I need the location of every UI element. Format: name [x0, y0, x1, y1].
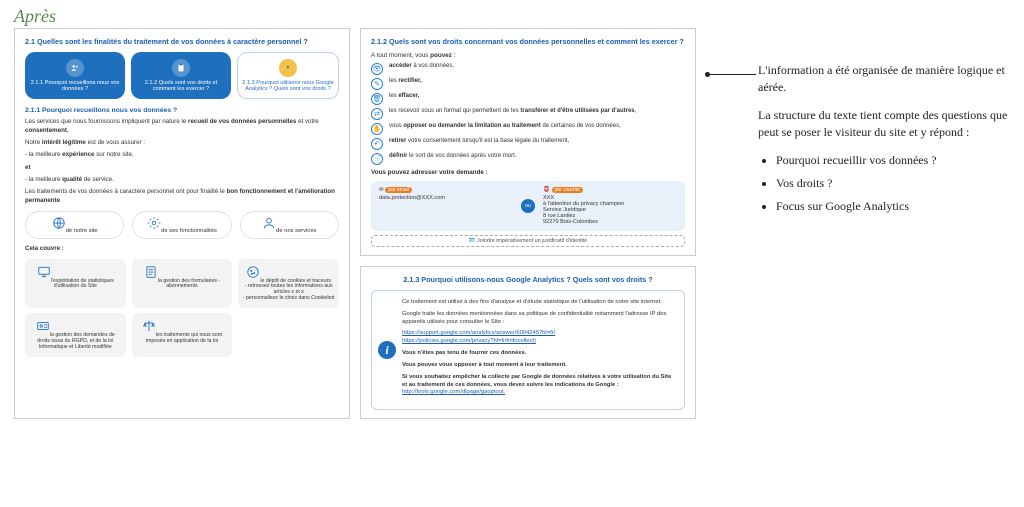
tile-stats: l'exploitation de statistiques d'utilisa… [25, 259, 126, 309]
mail-icon: ✉ [379, 187, 384, 193]
info-box: i Ce traitement est utilisé à des fins d… [371, 290, 685, 410]
intro: A tout moment, vous pouvez : [371, 52, 685, 59]
document-icon: 📄 [371, 153, 383, 165]
exchange-icon: ⇄ [371, 108, 383, 120]
p-recueil: Les services que nous fournissons impliq… [25, 118, 339, 135]
d-link2[interactable]: https://policies.google.com/privacy?hl=f… [402, 338, 536, 344]
p-finalite: Les traitements de vos données à caractè… [25, 188, 339, 205]
svc-site: de notre site [25, 211, 124, 239]
cookie-icon [246, 265, 260, 279]
right-postmortem: 📄définir le sort de vos données après vo… [371, 153, 685, 165]
justificatif-note: 🪪 Joindre impérativement un justificatif… [371, 235, 685, 247]
annotation-connector [708, 74, 756, 75]
post-icon: 📮 [543, 187, 550, 193]
panel-finalites: 2.1 Quelles sont les finalités du traite… [14, 28, 350, 419]
scale-icon [142, 319, 156, 333]
page-heading: Après [14, 6, 56, 27]
tile-rgpd: la gestion des demandes de droits issus … [25, 313, 126, 357]
tile-forms: la gestion des formulaires - abonnements [132, 259, 233, 309]
pencil-icon: ✎ [371, 78, 383, 90]
annot-b2: Vos droits ? [776, 175, 1010, 192]
pill-recueil[interactable]: 2.1.1 Pourquoi recueillons nous vos donn… [25, 52, 125, 99]
section-211-title: 2.1.1 Pourquoi recueillons nous vos donn… [25, 107, 339, 114]
form-icon [144, 265, 158, 279]
gear-icon [147, 216, 161, 230]
annot-b3: Focus sur Google Analytics [776, 198, 1010, 215]
b2: - la meilleure qualité de service. [25, 176, 339, 184]
panel-droits: 2.1.2 Quels sont vos droits concernant v… [360, 28, 696, 256]
pill-label: 2.1.1 Pourquoi recueillons nous vos donn… [29, 80, 121, 92]
clipboard-icon [172, 59, 190, 77]
d-p2: Google traite les données mentionnées da… [402, 311, 674, 327]
svc-fonct: de ses fonctionnalités [132, 211, 231, 239]
contact-postal: 📮 par courrier XXX à l'attention du priv… [543, 187, 677, 225]
svc-services: de nos services [240, 211, 339, 239]
pill-analytics[interactable]: ✦ 2.1.3 Pourquoi utilisons nous Google A… [237, 52, 339, 99]
separator-ou: ou [521, 199, 535, 213]
globe-icon [52, 216, 66, 230]
contact-email: ✉ par email data.protection@XXX.com [379, 187, 513, 201]
b1: - la meilleure expérience sur notre site… [25, 151, 339, 159]
d-p3: Vous n'êtes pas tenu de fournir ces donn… [402, 350, 674, 358]
eye-icon: 👁 [371, 63, 383, 75]
tag-courrier: par courrier [552, 187, 584, 193]
pill-label: 2.1.2 Quels sont vos droits et comment l… [135, 80, 227, 92]
right-access: 👁accéder à vos données, [371, 63, 685, 75]
people-icon [66, 59, 84, 77]
tag-email: par email [385, 187, 412, 193]
annot-list: Pourquoi recueillir vos données ? Vos dr… [776, 152, 1010, 216]
annot-b1: Pourquoi recueillir vos données ? [776, 152, 1010, 169]
info-icon: i [378, 341, 396, 359]
panel-analytics: 2.1.3 Pourquoi utilisons-nous Google Ana… [360, 266, 696, 419]
postal-value: XXX à l'attention du privacy champion Se… [543, 195, 624, 225]
right-oppose: ✋vous opposer ou demander la limitation … [371, 123, 685, 135]
trash-icon: 🗑 [371, 93, 383, 105]
d-link1[interactable]: https://support.google.com/analytics/ans… [402, 330, 555, 336]
panel-a-title: 2.1 Quelles sont les finalités du traite… [25, 37, 339, 46]
adresser: Vous pouvez adresser votre demande : [371, 169, 685, 176]
right-withdraw: ↶retirer votre consentement lorsqu'il es… [371, 138, 685, 150]
d-p1: Ce traitement est utilisé à des fins d'a… [402, 299, 674, 307]
p-interet: Notre intérêt légitime est de vous assur… [25, 139, 339, 147]
email-value: data.protection@XXX.com [379, 195, 445, 201]
pill-label: 2.1.3 Pourquoi utilisons nous Google Ana… [242, 80, 334, 92]
d-p5-link[interactable]: http://tools.google.com/dlpage/gaoptout. [402, 389, 505, 395]
cela-couvre: Cela couvre : [25, 245, 339, 253]
tile-loi: les traitements qui nous sont imposés en… [132, 313, 233, 357]
annotation-text: L'information a été organisée de manière… [758, 62, 1010, 222]
panel-c-title: 2.1.2 Quels sont vos droits concernant v… [371, 37, 685, 46]
panel-d-title: 2.1.3 Pourquoi utilisons-nous Google Ana… [371, 275, 685, 284]
panels-container: 2.1 Quelles sont les finalités du traite… [14, 28, 706, 419]
nav-pills: 2.1.1 Pourquoi recueillons nous vos donn… [25, 52, 339, 99]
user-icon [262, 216, 276, 230]
id-icon [36, 319, 50, 333]
d-p4: Vous pouvez vous opposer à tout moment à… [402, 362, 674, 370]
right-transfer: ⇄les recevoir sous un format qui permett… [371, 108, 685, 120]
sparkle-icon: ✦ [279, 59, 297, 77]
undo-icon: ↶ [371, 138, 383, 150]
pill-droits[interactable]: 2.1.2 Quels sont vos droits et comment l… [131, 52, 231, 99]
hand-icon: ✋ [371, 123, 383, 135]
tile-row-2: la gestion des demandes de droits issus … [25, 313, 232, 357]
right-rectify: ✎les rectifier, [371, 78, 685, 90]
monitor-icon [37, 265, 51, 279]
annot-p2: La structure du texte tient compte des q… [758, 107, 1010, 142]
tile-row-1: l'exploitation de statistiques d'utilisa… [25, 259, 339, 309]
tile-cookies: le dépôt de cookies et traceurs - retrou… [238, 259, 339, 309]
right-erase: 🗑les effacer, [371, 93, 685, 105]
service-row: de notre site de ses fonctionnalités de … [25, 211, 339, 239]
id-card-icon: 🪪 [469, 238, 476, 244]
b-et: et [25, 164, 339, 172]
d-p5: Si vous souhaitez empêcher la collecte p… [402, 374, 674, 397]
annot-p1: L'information a été organisée de manière… [758, 62, 1010, 97]
contact-box: ✉ par email data.protection@XXX.com ou 📮… [371, 181, 685, 231]
